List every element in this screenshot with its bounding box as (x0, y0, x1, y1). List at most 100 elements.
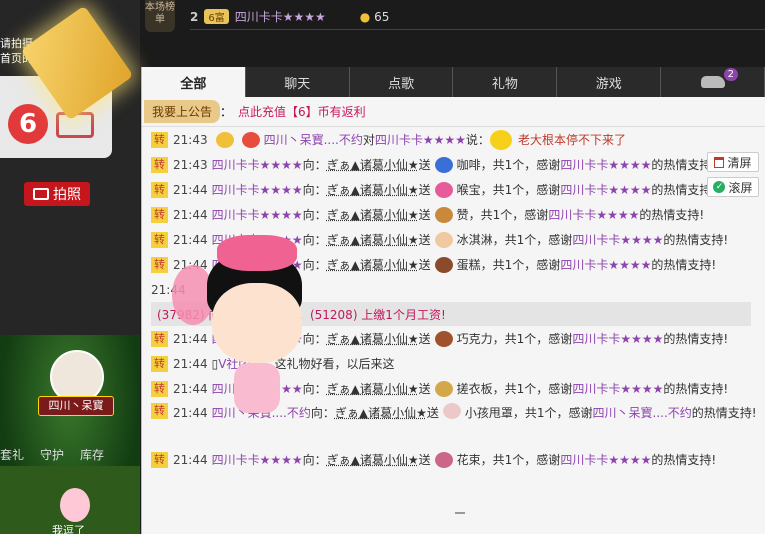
forward-tag[interactable]: 转 (151, 181, 168, 198)
to-word: 向： (302, 158, 327, 172)
chat-tabs: 全部 聊天 点歌 礼物 游戏 2 (142, 67, 765, 97)
send-word: 送 (426, 406, 439, 420)
message-time: 21:44 (151, 282, 186, 297)
phone-icon: ▯ (211, 356, 219, 371)
message-recipient[interactable]: ぎぁ▲诸葛小仙★ (327, 256, 419, 273)
forward-tag[interactable]: 转 (151, 156, 168, 173)
gift-message: 转 21:44 四川卡卡★★★★ 向： ぎぁ▲诸葛小仙★ 送 蛋糕，共1个，感谢 四川卡… (151, 252, 765, 277)
gift-message: 转 21:44 四川卡卡★★★★ 向： ぎぁ▲诸葛小仙★ 送 冰淇淋，共1个，感谢 四川… (151, 227, 765, 252)
gift-icon (434, 451, 453, 468)
tab-songs[interactable]: 点歌 (349, 67, 454, 97)
gift-text: 小孩甩罩，共1个，感谢 (464, 406, 593, 420)
message-user[interactable]: 四川卡卡★★★★ (212, 156, 303, 173)
message-user[interactable]: 四川丶呆寳....不约 (212, 403, 311, 424)
rank-row: 2 6富 四川卡卡★★★★ ● 65 (190, 4, 765, 30)
message-recipient[interactable]: ぎぁ▲诸葛小仙★ (327, 156, 419, 173)
photo-button[interactable]: 拍照 (24, 182, 90, 206)
message-user[interactable]: V社团一 (218, 355, 262, 372)
forward-tag[interactable]: 转 (151, 231, 168, 248)
message-recipient[interactable]: ぎぁ▲诸葛小仙★ (327, 380, 419, 397)
thanks-user[interactable]: 四川卡卡★★★★ (572, 330, 663, 347)
announce-link[interactable]: 点此充值【6】币有返利 (238, 103, 366, 120)
message-recipient[interactable]: ぎぁ▲诸葛小仙★ (327, 451, 419, 468)
to-word: 向： (302, 258, 327, 272)
tab-games[interactable]: 游戏 (557, 67, 662, 97)
send-word: 送 (418, 158, 431, 172)
gift-icon (434, 181, 453, 198)
send-word: 送 (418, 382, 431, 396)
left-nav-item[interactable]: 守护 (40, 446, 64, 463)
to-word: 向： (302, 208, 327, 222)
message-recipient[interactable]: ぎぁ▲诸葛小仙★ (327, 181, 419, 198)
rank-user[interactable]: 四川卡卡★★★★ (235, 8, 326, 25)
thanks-user[interactable]: 四川卡卡★★★★ (548, 206, 639, 223)
tab-all[interactable]: 全部 (142, 67, 246, 97)
message-user[interactable]: 四川卡卡★★★★ (212, 380, 303, 397)
message-list[interactable]: 转 21:43 四川丶呆寳....不约 对 四川卡卡★★★★ 说： 老大根本停不下来了转… (142, 127, 765, 534)
gift-message: 转 21:43 四川卡卡★★★★ 向： ぎぁ▲诸葛小仙★ 送 咖啡，共1个，感谢 四川卡… (151, 152, 765, 177)
message-user[interactable]: 四川卡卡★★★★ (212, 256, 303, 273)
thanks-user[interactable]: 四川卡卡★★★★ (560, 256, 651, 273)
rank-number: 2 (190, 9, 199, 24)
colon: ： (262, 357, 275, 371)
message-user[interactable]: 四川卡卡★★★★ (212, 181, 303, 198)
message-recipient[interactable]: ぎぁ▲诸葛小仙★ (335, 403, 427, 424)
thanks-end: 的热情支持! (663, 332, 729, 346)
forward-tag[interactable]: 转 (151, 355, 168, 372)
message-recipient[interactable]: ぎぁ▲诸葛小仙★ (327, 206, 419, 223)
to-word: 向： (310, 406, 335, 420)
gift-text: 喉宝，共1个，感谢 (456, 183, 561, 197)
forward-tag[interactable]: 转 (151, 451, 168, 468)
forward-tag[interactable]: 转 (151, 206, 168, 223)
gift-icon (434, 256, 453, 273)
message-time: 21:44 (173, 452, 208, 467)
gift-message: 转 21:44 四川卡卡★★★★ 向： ぎぁ▲诸葛小仙★ 送 搓衣板，共1个，感谢 四川… (151, 376, 765, 401)
message-time: 21:44 (173, 232, 208, 247)
message-target[interactable]: 四川卡卡★★★★ (375, 131, 466, 148)
gift-icon (434, 206, 453, 223)
message-user[interactable]: 四川丶呆寳....不约 (264, 131, 363, 148)
forward-tag[interactable]: 转 (151, 380, 168, 397)
thanks-user[interactable]: 四川卡卡★★★★ (560, 156, 651, 173)
gift-text: 冰淇淋，共1个，感谢 (456, 233, 573, 247)
message-user[interactable]: 四川卡卡★★★★ (212, 451, 303, 468)
message-text: 这礼物好看，以后来这 (274, 357, 395, 371)
forward-tag[interactable]: 转 (151, 256, 168, 273)
rank-tab[interactable]: 本场榜单 (145, 0, 175, 32)
thanks-user[interactable]: 四川卡卡★★★★ (560, 451, 651, 468)
chat-message: 21:44 (151, 277, 765, 302)
forward-tag[interactable]: 转 (151, 131, 168, 148)
left-nav-item[interactable]: 套礼 (0, 446, 24, 463)
announcement-bar: 我要上公告 ： 点此充值【6】币有返利 (142, 97, 765, 127)
thanks-user[interactable]: 四川卡卡★★★★ (560, 181, 651, 198)
forward-tag[interactable]: 转 (151, 330, 168, 347)
scroll-grip-icon[interactable] (455, 512, 465, 518)
thanks-user[interactable]: 四川卡卡★★★★ (572, 231, 663, 248)
gift-icon (434, 231, 453, 248)
to-word: 向： (302, 453, 327, 467)
tab-gifts[interactable]: 礼物 (453, 67, 558, 97)
thanks-end: 的热情支持! (651, 258, 717, 272)
send-word: 送 (418, 258, 431, 272)
message-user[interactable]: 四川卡卡★★★★ (212, 231, 303, 248)
scroll-lock-label: 滚屏 (728, 180, 753, 195)
coin-icon: ● (359, 9, 371, 24)
message-user[interactable]: 四川卡卡★★★★ (212, 330, 303, 347)
scroll-lock-button[interactable]: ✓ 滚屏 (707, 177, 759, 197)
message-recipient[interactable]: ぎぁ▲诸葛小仙★ (327, 231, 419, 248)
tab-car[interactable]: 2 (661, 67, 765, 97)
message-recipient[interactable]: ぎぁ▲诸葛小仙★ (327, 330, 419, 347)
forward-tag[interactable]: 转 (151, 403, 168, 419)
gift-message: 转 21:44 四川卡卡★★★★ 向： ぎぁ▲诸葛小仙★ 送 花束，共1个，感谢 四川卡… (151, 447, 765, 472)
thanks-user[interactable]: 四川丶呆寳....不约 (593, 403, 692, 424)
tab-chat[interactable]: 聊天 (245, 67, 350, 97)
message-user[interactable]: 四川卡卡★★★★ (212, 206, 303, 223)
announce-button[interactable]: 我要上公告 (144, 100, 221, 123)
announce-colon: ： (220, 105, 233, 119)
to-word: 向： (302, 332, 327, 346)
clear-screen-button[interactable]: 清屏 (707, 152, 759, 172)
character-icon[interactable] (60, 488, 90, 522)
rank-coins: ● 65 (360, 10, 390, 24)
thanks-user[interactable]: 四川卡卡★★★★ (572, 380, 663, 397)
left-nav-item[interactable]: 库存 (80, 446, 104, 463)
